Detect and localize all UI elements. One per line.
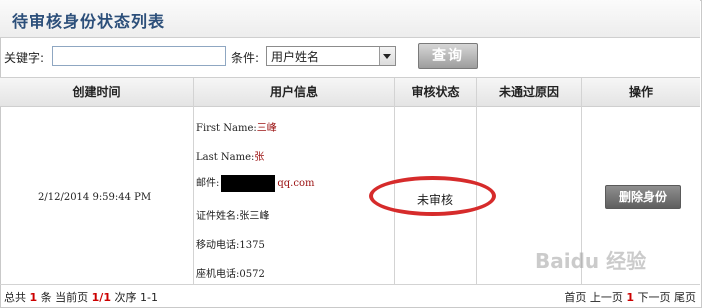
last-name-value: 张 xyxy=(254,152,265,163)
total-count: 1 xyxy=(29,291,38,304)
watermark-logo: Baidu 经验 xyxy=(535,249,647,273)
query-button[interactable]: 查询 xyxy=(418,43,478,69)
chevron-down-icon[interactable] xyxy=(379,47,395,65)
page-title: 待审核身份状态列表 xyxy=(12,12,166,31)
redaction-mask xyxy=(221,175,276,192)
condition-select[interactable]: 用户姓名 xyxy=(266,46,396,66)
cell-user-info: First Name:三峰 Last Name:张 邮件: qq.com 证件姓名… xyxy=(194,106,395,284)
filter-bar: 关键字: 条件: 用户姓名 查询 xyxy=(0,38,700,76)
first-page-link[interactable]: 首页 xyxy=(564,291,586,304)
id-name-line: 证件姓名:张三峰 xyxy=(196,211,270,222)
email-line: 邮件: qq.com xyxy=(196,174,314,192)
pagination-summary: 总共 1 条 当前页 1/1 次序 1-1 xyxy=(4,289,158,305)
created-time-text: 2/12/2014 9:59:44 PM xyxy=(38,192,152,203)
total-prefix: 总共 xyxy=(4,291,26,304)
total-unit: 条 当前页 xyxy=(40,291,89,304)
condition-label: 条件: xyxy=(231,51,260,65)
delete-identity-button[interactable]: 删除身份 xyxy=(605,185,681,209)
current-page-number: 1 xyxy=(626,291,634,304)
last-name-line: Last Name:张 xyxy=(196,148,264,163)
table-header: 创建时间 用户信息 审核状态 未通过原因 操作 xyxy=(0,77,700,107)
email-domain: qq.com xyxy=(277,178,315,189)
column-header-action: 操作 xyxy=(628,85,653,99)
condition-selected-value: 用户姓名 xyxy=(271,50,320,64)
pagination-links: 首页 上一页 1 下一页 尾页 xyxy=(564,289,696,305)
column-header-reject-reason: 未通过原因 xyxy=(477,78,582,106)
first-name-line: First Name:三峰 xyxy=(196,119,277,134)
landline-line: 座机电话:0572 xyxy=(196,269,265,280)
keyword-input[interactable] xyxy=(52,46,226,66)
column-header-status: 审核状态 xyxy=(395,78,477,106)
highlight-ellipse xyxy=(369,176,496,216)
last-page-link[interactable]: 尾页 xyxy=(674,291,696,304)
prev-page-link[interactable]: 上一页 xyxy=(590,291,623,304)
next-page-link[interactable]: 下一页 xyxy=(638,291,671,304)
last-name-label: Last Name: xyxy=(196,152,255,163)
first-name-label: First Name: xyxy=(196,123,257,134)
column-header-created-time: 创建时间 xyxy=(0,78,194,106)
column-header-user-info: 用户信息 xyxy=(194,78,395,106)
page-indicator: 1/1 xyxy=(91,291,111,304)
cell-created-time: 2/12/2014 9:59:44 PM xyxy=(0,106,194,284)
order-range: 次序 1-1 xyxy=(114,291,158,304)
email-label: 邮件: xyxy=(196,178,220,189)
page-header: 待审核身份状态列表 xyxy=(0,0,700,38)
mobile-line: 移动电话:1375 xyxy=(196,240,265,251)
pagination-bar: 总共 1 条 当前页 1/1 次序 1-1 首页 上一页 1 下一页 尾页 xyxy=(0,284,700,307)
keyword-label: 关键字: xyxy=(4,51,45,65)
first-name-value: 三峰 xyxy=(256,123,277,134)
